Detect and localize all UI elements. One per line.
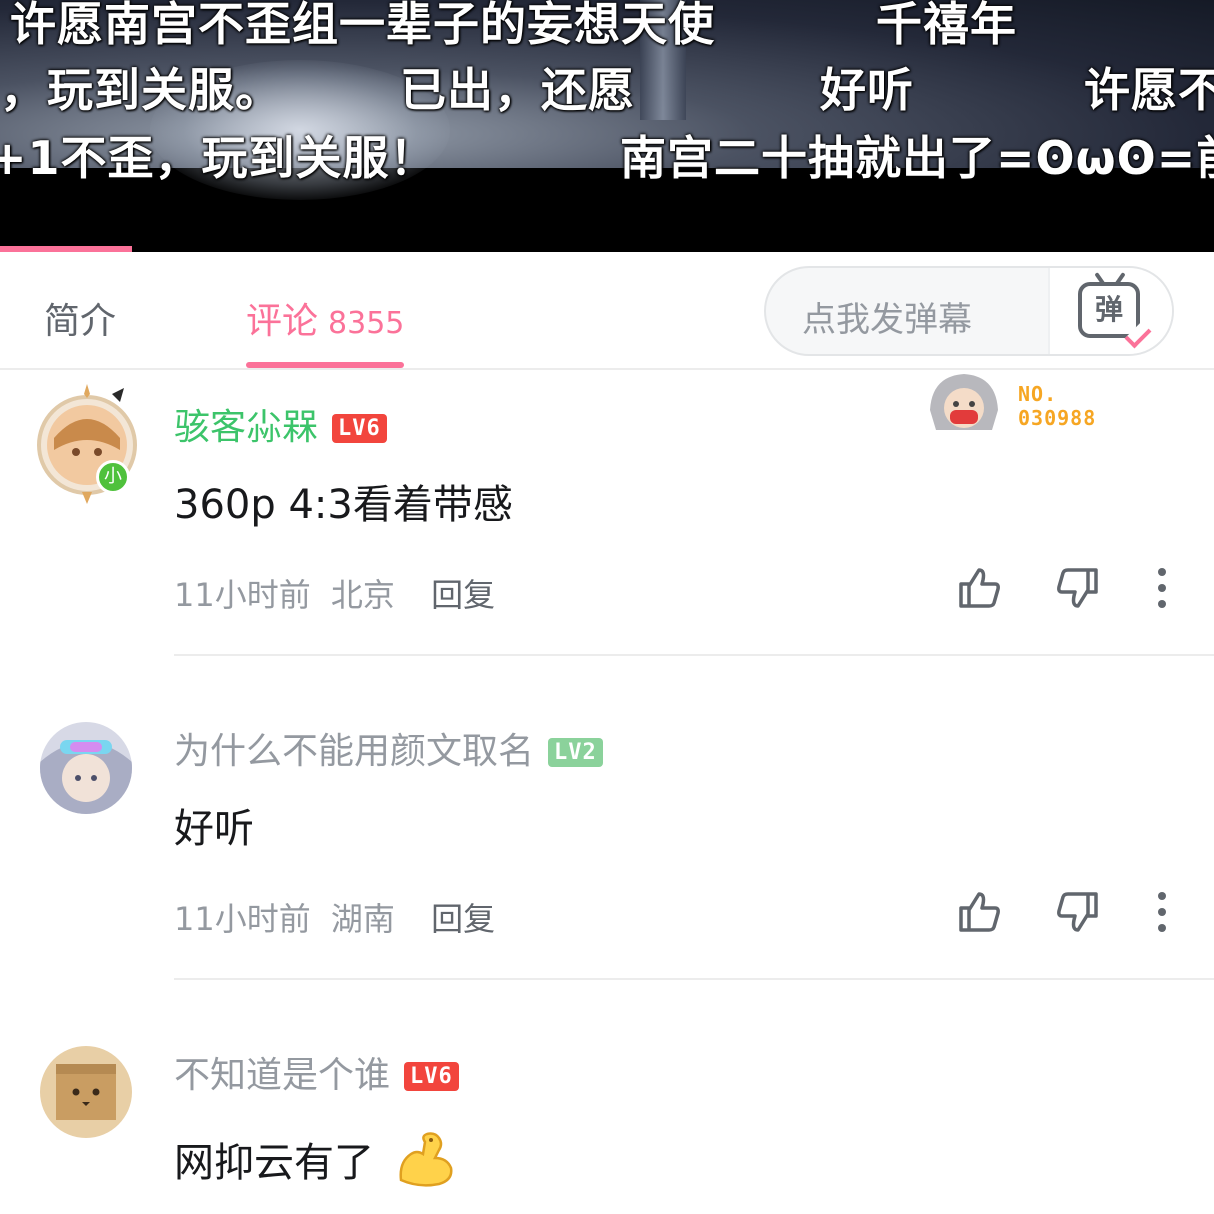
comment-username[interactable]: 为什么不能用颜文取名 LV2 [174,722,603,774]
tab-comments[interactable]: 评论 8355 [246,292,404,344]
active-tab-indicator [246,362,404,368]
reply-button[interactable]: 回复 [431,900,495,938]
comment-divider [174,654,1214,656]
comments-count: 8355 [328,306,405,341]
avatar[interactable] [40,1046,132,1138]
comment-username[interactable]: 骇客尛槑 LV6 [174,398,387,450]
avatar[interactable] [40,722,132,814]
avatar[interactable]: 小 [37,384,137,504]
tab-bar: 简介 评论 8355 点我发弹幕 弹 [0,252,1214,370]
fan-badge-line1: NO. [1018,382,1058,406]
comment-time: 11小时前 [174,900,311,938]
danmaku-toggle-button[interactable]: 弹 [1048,268,1172,354]
video-player[interactable]: 许愿南宫不歪组一辈子的妄想天使 千禧年 ，玩到关服。 已出，还愿 好听 许愿不 … [0,0,1214,252]
danmaku-comment: 南宫二十抽就出了=ʘωʘ=前 [620,131,1214,185]
danmaku-comment: 已出，还愿 [400,63,635,117]
level-badge: LV2 [548,738,603,767]
level-badge: LV6 [404,1062,459,1091]
fan-badge: NO. 030988 [1018,382,1096,430]
danmaku-comment: ，玩到关服。 [0,63,282,117]
muscle-emoji-icon [399,1132,453,1187]
username-text: 为什么不能用颜文取名 [174,731,535,772]
comment-content: 360p 4:3看着带感 [174,482,513,528]
thumbs-down-icon[interactable] [1054,888,1102,936]
danmaku-comment: 许愿南宫不歪组一辈子的妄想天使 [10,0,715,51]
danmaku-icon-glyph: 弹 [1094,293,1123,326]
comment-location: 湖南 [330,900,395,938]
comment-content-text: 网抑云有了 [174,1140,374,1186]
comment-time: 11小时前 [174,576,311,614]
check-icon [1124,321,1152,349]
avatar-image [40,1046,132,1138]
danmaku-input-placeholder: 点我发弹幕 [802,300,972,340]
danmaku-comment: +1不歪，玩到关服！ [0,131,437,185]
thumbs-up-icon[interactable] [955,888,1003,936]
avatar-vip-badge: 小 [96,460,130,494]
comment-meta: 11小时前 湖南 回复 [174,894,495,940]
danmaku-input[interactable]: 点我发弹幕 弹 [764,266,1174,356]
comment-list: 小 骇客尛槑 LV6 NO. 030988 360p 4:3看着带感 11小时前 … [0,370,1214,1214]
tab-comments-label: 评论 [246,301,319,342]
comment-content: 好听 [174,806,254,852]
comment-username[interactable]: 不知道是个谁 LV6 [174,1046,459,1098]
more-vertical-icon[interactable] [1138,888,1186,936]
danmaku-comment: 千禧年 [876,0,1017,51]
avatar-frame-icon [37,384,137,504]
comment-divider [174,978,1214,980]
avatar-image [40,722,132,814]
reply-button[interactable]: 回复 [431,576,495,614]
thumbs-up-icon[interactable] [955,564,1003,612]
tab-intro[interactable]: 简介 [44,292,116,344]
comment-content: 网抑云有了 [174,1128,457,1190]
level-badge: LV6 [332,414,387,443]
fan-badge-number: 030988 [1018,406,1097,430]
username-text: 骇客尛槑 [174,407,319,448]
danmaku-tv-icon: 弹 [1078,282,1152,349]
danmaku-comment: 许愿不 [1084,63,1214,117]
fan-badge-avatar [922,370,1006,436]
comment-meta: 11小时前 北京 回复 [174,570,495,616]
username-text: 不知道是个谁 [174,1055,391,1096]
thumbs-down-icon[interactable] [1054,564,1102,612]
danmaku-comment: 好听 [820,63,914,117]
comment-location: 北京 [330,576,395,614]
more-vertical-icon[interactable] [1138,564,1186,612]
